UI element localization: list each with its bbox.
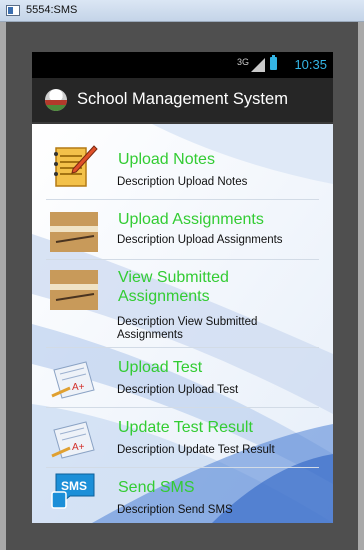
sms-icon: SMS	[51, 473, 95, 509]
battery-icon	[270, 55, 277, 70]
signal-icon	[251, 58, 265, 72]
action-bar: School Management System	[32, 78, 333, 124]
list-item[interactable]: Upload Assignments Description Upload As…	[32, 200, 333, 260]
status-clock: 10:35	[294, 57, 327, 72]
item-title: Update Test Result	[118, 419, 253, 436]
notepad-pencil-icon	[54, 145, 98, 187]
list-item[interactable]: SMS Send SMS Description Send SMS	[32, 468, 333, 523]
item-description: Description Update Test Result	[117, 444, 275, 456]
school-logo-icon[interactable]	[45, 89, 67, 111]
test-paper-icon: A+	[51, 361, 95, 399]
assignment-paper-icon	[50, 270, 98, 310]
svg-text:A+: A+	[72, 382, 85, 393]
window-icon	[6, 5, 20, 16]
window-title: 5554:SMS	[26, 4, 78, 16]
window-title-bar: 5554:SMS	[0, 0, 364, 22]
item-title: Upload Notes	[118, 151, 215, 168]
item-description: Description Upload Assignments	[117, 234, 283, 246]
emulator-bottom-bezel	[32, 523, 333, 550]
status-bar: 3G 10:35	[32, 52, 333, 78]
item-title: Upload Test	[118, 359, 203, 376]
item-title: Upload Assignments	[118, 211, 264, 228]
list-item[interactable]: A+ Upload Test Description Upload Test	[32, 348, 333, 408]
assignment-paper-icon	[50, 212, 98, 252]
list-item[interactable]: View Submitted Assignments Description V…	[32, 260, 333, 348]
item-title: Send SMS	[118, 479, 195, 496]
test-paper-icon: A+	[51, 421, 95, 459]
item-description: Description Upload Notes	[117, 176, 248, 188]
menu-list: Upload Notes Description Upload Notes Up…	[32, 124, 333, 523]
item-description: Description Send SMS	[117, 504, 233, 516]
app-title: School Management System	[77, 90, 288, 108]
network-type: 3G	[236, 57, 249, 67]
item-description: Description View Submitted Assignments	[117, 316, 258, 341]
svg-text:A+: A+	[72, 442, 85, 453]
item-title: View Submitted Assignments	[118, 269, 229, 305]
svg-text:SMS: SMS	[61, 479, 87, 493]
list-item[interactable]: A+ Update Test Result Description Update…	[32, 408, 333, 468]
list-item[interactable]: Upload Notes Description Upload Notes	[32, 124, 333, 200]
item-description: Description Upload Test	[117, 384, 239, 396]
